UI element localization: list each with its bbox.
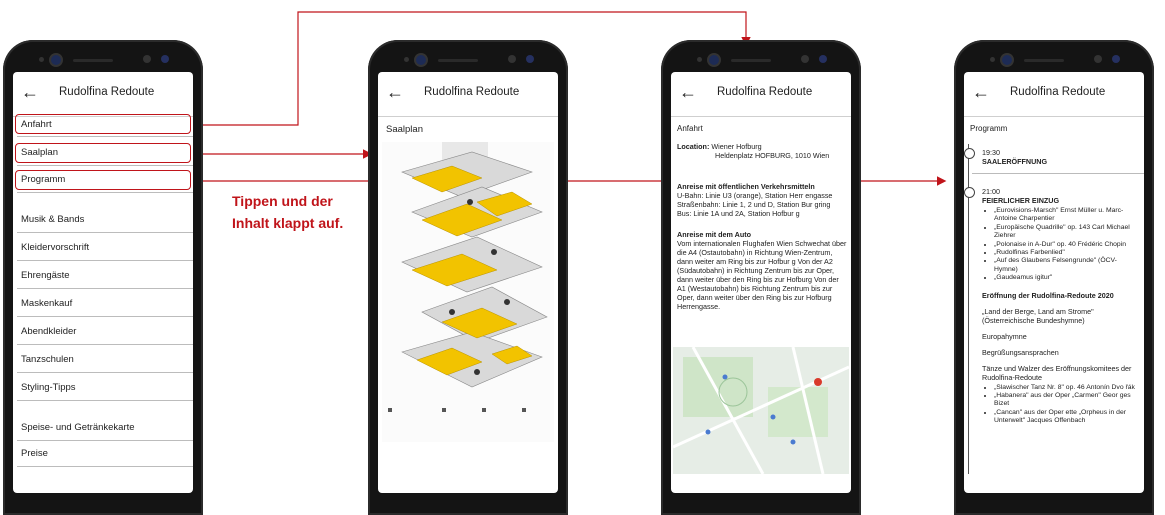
program-slot-1: 19:30 SAALERÖFFNUNG: [982, 148, 1140, 166]
divider: [17, 165, 193, 166]
phone-saalplan: ← Rudolfina Redoute Saalplan: [368, 40, 568, 515]
menu-item-tanzschulen[interactable]: Tanzschulen: [21, 354, 193, 365]
divider: [17, 400, 193, 401]
back-arrow-icon[interactable]: ←: [679, 82, 697, 103]
timeline-dot: [964, 148, 975, 159]
time-1: 19:30: [982, 148, 1000, 157]
opening-anthem: „Land der Berge, Land am Strome" (Österr…: [982, 306, 1094, 325]
screen-menu: ← Rudolfina Redoute Anfahrt Saalplan Pro…: [13, 72, 193, 493]
floor-plan-image[interactable]: [382, 142, 554, 442]
menu-item-programm[interactable]: Programm: [21, 174, 193, 185]
list-item: „Polonaise in A-Dur" op. 40 Frédéric Cho…: [994, 241, 1140, 249]
public-transport-block: Anreise mit öffentlichen Verkehrsmitteln…: [677, 182, 847, 218]
opening-dances: Tänze und Walzer des Eröffnungskomitees …: [982, 363, 1132, 382]
program-slot-2: 21:00 FEIERLICHER EINZUG „Eurovisions-Ma…: [982, 187, 1140, 426]
divider: [17, 316, 193, 317]
list-item: „Auf des Glaubens Felsengrunde" (ÖCV-Hym…: [994, 257, 1140, 274]
europe-anthem: Europahymne: [982, 331, 1027, 341]
menu-item-musik[interactable]: Musik & Bands: [21, 214, 193, 225]
public-transport-heading: Anreise mit öffentlichen Verkehrsmitteln: [677, 182, 815, 191]
app-bar: ← Rudolfina Redoute: [378, 72, 558, 117]
divider: [17, 136, 193, 137]
screen-saalplan: ← Rudolfina Redoute Saalplan: [378, 72, 558, 493]
location-label: Location:: [677, 142, 710, 151]
opening-heading: Eröffnung der Rudolfina-Redoute 2020: [982, 290, 1114, 300]
location-line-2: Heldenplatz HOFBURG, 1010 Wien: [715, 151, 830, 160]
menu-item-preise[interactable]: Preise: [21, 448, 193, 459]
app-title: Rudolfina Redoute: [59, 86, 155, 98]
annotation-text: Tippen und der Inhalt klappt auf.: [232, 190, 364, 234]
annotation-line-1: Tippen und der: [232, 193, 333, 209]
app-title: Rudolfina Redoute: [717, 86, 813, 98]
divider: [17, 466, 193, 467]
divider: [17, 440, 193, 441]
welcome-speeches: Begrüßungsansprachen: [982, 347, 1059, 357]
divider: [972, 173, 1144, 174]
program-list-1: „Eurovisions-Marsch" Ernst Müller u. Mar…: [982, 207, 1140, 283]
car-text: Vom internationalen Flughafen Wien Schwe…: [677, 239, 847, 311]
section-title: Programm: [970, 124, 1008, 133]
event-2: FEIERLICHER EINZUG: [982, 196, 1060, 205]
location-block: Location: Wiener Hofburg Heldenplatz HOF…: [677, 142, 847, 160]
list-item: „Gaudeamus igitur": [994, 274, 1140, 282]
app-bar: ← Rudolfina Redoute: [13, 72, 193, 117]
public-transport-line: U-Bahn: Linie U3 (orange), Station Herr …: [677, 191, 833, 200]
menu-item-speisekarte[interactable]: Speise- und Getränkekarte: [21, 422, 193, 433]
section-title: Anfahrt: [677, 124, 703, 133]
car-heading: Anreise mit dem Auto: [677, 230, 752, 239]
program-list-2: „Slawischer Tanz Nr. 8" op. 46 Antonín D…: [982, 384, 1140, 426]
back-arrow-icon[interactable]: ←: [972, 82, 990, 103]
section-title: Saalplan: [386, 124, 423, 135]
divider: [17, 372, 193, 373]
list-item: „Europäische Quadrille" op. 143 Carl Mic…: [994, 224, 1140, 241]
app-title: Rudolfina Redoute: [1010, 86, 1106, 98]
menu-item-ehrengaeste[interactable]: Ehrengäste: [21, 270, 193, 281]
divider: [17, 344, 193, 345]
menu-item-saalplan[interactable]: Saalplan: [21, 147, 193, 158]
annotation-line-2: Inhalt klappt auf.: [232, 215, 344, 231]
event-1: SAALERÖFFNUNG: [982, 157, 1048, 166]
list-item: „Slawischer Tanz Nr. 8" op. 46 Antonín D…: [994, 384, 1140, 392]
back-arrow-icon[interactable]: ←: [21, 82, 39, 103]
list-item: „Eurovisions-Marsch" Ernst Müller u. Mar…: [994, 207, 1140, 224]
menu-item-abendkleider[interactable]: Abendkleider: [21, 326, 193, 337]
menu-item-anfahrt[interactable]: Anfahrt: [21, 119, 193, 130]
divider: [17, 288, 193, 289]
menu-item-maskenkauf[interactable]: Maskenkauf: [21, 298, 193, 309]
screen-programm: ← Rudolfina Redoute Programm 19:30 SAALE…: [964, 72, 1144, 493]
phone-anfahrt: ← Rudolfina Redoute Anfahrt Location: Wi…: [661, 40, 861, 515]
app-bar: ← Rudolfina Redoute: [964, 72, 1144, 117]
app-title: Rudolfina Redoute: [424, 86, 520, 98]
location-line-1: Wiener Hofburg: [711, 142, 762, 151]
app-bar: ← Rudolfina Redoute: [671, 72, 851, 117]
phone-menu: ← Rudolfina Redoute Anfahrt Saalplan Pro…: [3, 40, 203, 515]
divider: [17, 192, 193, 193]
map[interactable]: [673, 347, 849, 474]
back-arrow-icon[interactable]: ←: [386, 82, 404, 103]
list-item: „Habanera" aus der Oper „Carmen" Geor ge…: [994, 392, 1140, 409]
car-block: Anreise mit dem Auto Vom internationalen…: [677, 230, 847, 311]
divider: [17, 232, 193, 233]
divider: [17, 260, 193, 261]
public-transport-line: Straßenbahn: Linie 1, 2 und D, Station B…: [677, 200, 831, 209]
menu-item-kleidervorschrift[interactable]: Kleidervorschrift: [21, 242, 193, 253]
timeline-dot: [964, 187, 975, 198]
list-item: „Cancan" aus der Oper ette „Orpheus in d…: [994, 409, 1140, 426]
public-transport-line: Bus: Linie 1A und 2A, Station Hofbur g: [677, 209, 800, 218]
time-2: 21:00: [982, 187, 1000, 196]
screen-anfahrt: ← Rudolfina Redoute Anfahrt Location: Wi…: [671, 72, 851, 493]
menu-item-styling[interactable]: Styling-Tipps: [21, 382, 193, 393]
phone-programm: ← Rudolfina Redoute Programm 19:30 SAALE…: [954, 40, 1154, 515]
